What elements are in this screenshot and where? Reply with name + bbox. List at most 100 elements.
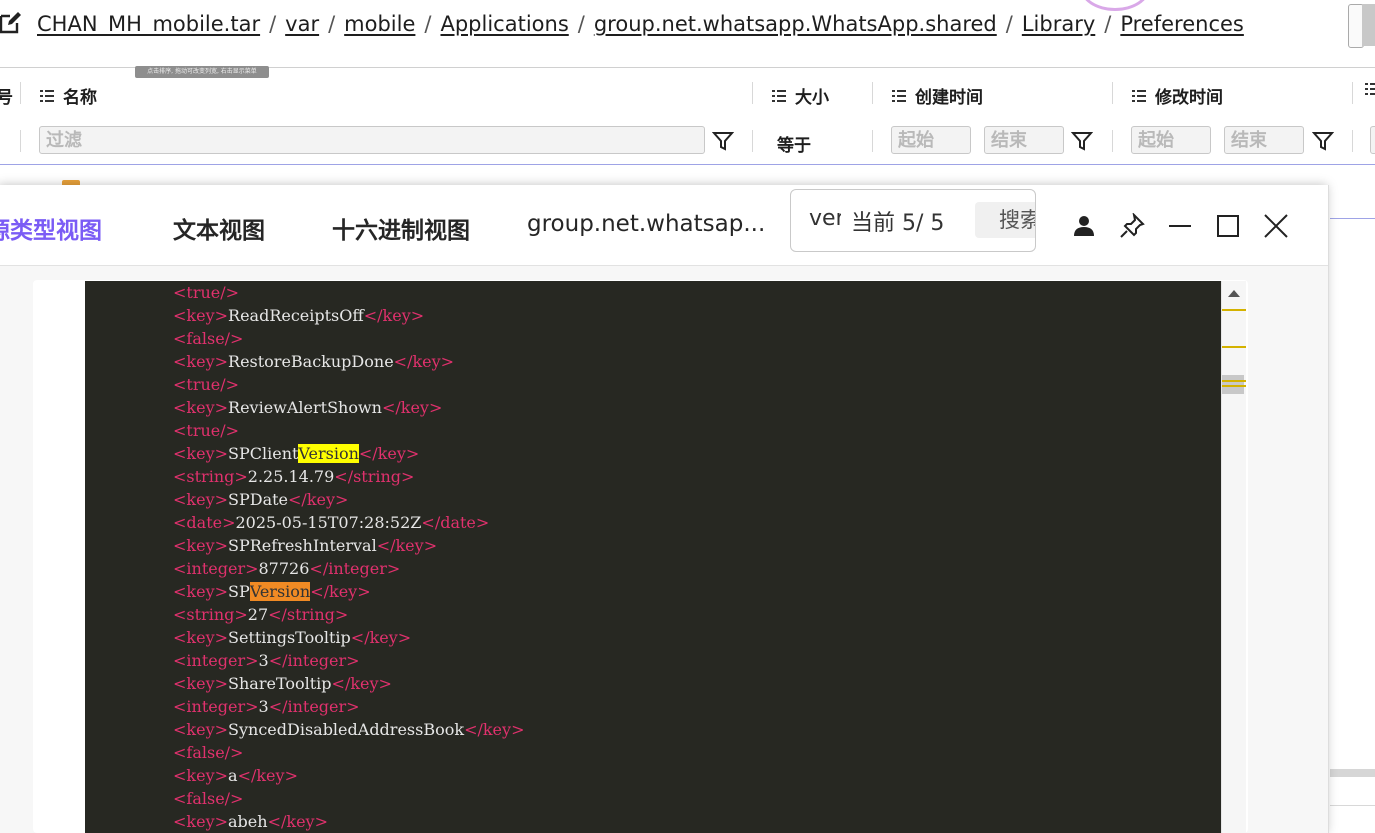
- minimize-icon[interactable]: [1167, 213, 1193, 239]
- row-divider: [1330, 218, 1375, 219]
- avatar[interactable]: [1080, 0, 1150, 11]
- xml-text: 3: [258, 651, 269, 670]
- column-divider[interactable]: [1112, 82, 1113, 104]
- modified-end-input[interactable]: 结束: [1224, 126, 1304, 154]
- xml-tag: </integer>: [309, 559, 401, 578]
- close-icon[interactable]: [1263, 213, 1289, 239]
- xml-tag: <false/>: [173, 329, 244, 348]
- filter-icon[interactable]: [1312, 130, 1334, 152]
- tab-hex-view[interactable]: 十六进制视图: [332, 211, 470, 245]
- xml-tag: </key>: [288, 490, 349, 509]
- xml-tag: <key>: [173, 306, 229, 325]
- xml-tag: <integer>: [173, 559, 259, 578]
- column-divider[interactable]: [1352, 82, 1353, 104]
- search-input[interactable]: ver: [809, 206, 841, 231]
- xml-tag: <key>: [173, 812, 229, 831]
- code-line: <key>SPRefreshInterval</key>: [173, 534, 437, 557]
- col-more-header[interactable]: [1365, 83, 1375, 95]
- xml-text: RestoreBackupDone: [228, 352, 394, 371]
- xml-text: 2.25.14.79: [247, 467, 335, 486]
- code-line: <integer>3</integer>: [173, 649, 360, 672]
- breadcrumb-item[interactable]: CHAN_MH_mobile.tar: [37, 12, 260, 36]
- xml-text: SPRefreshInterval: [228, 536, 377, 555]
- xml-tag: <key>: [173, 628, 229, 647]
- xml-text: ShareTooltip: [228, 674, 332, 693]
- col-created-header[interactable]: 创建时间: [892, 83, 983, 108]
- xml-text: 2025-05-15T07:28:52Z: [235, 513, 422, 532]
- col-index-header[interactable]: 号: [0, 83, 13, 108]
- size-operator-select[interactable]: 等于: [777, 131, 811, 156]
- xml-text: SP: [228, 582, 250, 601]
- col-name-header[interactable]: 名称: [40, 83, 97, 108]
- code-line: <key>SyncedDisabledAddressBook</key>: [173, 718, 524, 741]
- column-divider: [872, 130, 873, 152]
- code-line: <true/>: [173, 281, 239, 304]
- tab-text-view[interactable]: 文本视图: [173, 211, 265, 245]
- breadcrumb-item[interactable]: var: [285, 12, 319, 36]
- search-box[interactable]: ver 当前 5/ 5 搜索: [790, 189, 1036, 252]
- xml-tag: </string>: [334, 467, 415, 486]
- code-line: <key>a</key>: [173, 764, 298, 787]
- filter-icon[interactable]: [712, 130, 734, 152]
- pin-icon[interactable]: [1119, 213, 1145, 239]
- filter-icon[interactable]: [1071, 130, 1093, 152]
- search-match-marker: [1222, 385, 1246, 387]
- tab-file-name[interactable]: group.net.whatsap...: [527, 211, 765, 237]
- edit-icon[interactable]: [0, 11, 22, 35]
- breadcrumb-item[interactable]: Preferences: [1120, 12, 1244, 36]
- code-line: <false/>: [173, 741, 243, 764]
- search-match-count: 当前 5/ 5: [851, 211, 945, 236]
- col-modified-header[interactable]: 修改时间: [1132, 83, 1223, 108]
- xml-text: ReadReceiptsOff: [228, 306, 364, 325]
- breadcrumb-item[interactable]: Library: [1022, 12, 1095, 36]
- column-divider: [20, 130, 21, 152]
- created-end-input[interactable]: 结束: [984, 126, 1064, 154]
- name-filter-input[interactable]: 过滤: [39, 126, 705, 154]
- breadcrumb-bar: CHAN_MH_mobile.tar / var / mobile / Applicatio…: [0, 0, 1375, 52]
- created-start-input[interactable]: 起始: [891, 126, 971, 154]
- maximize-icon[interactable]: [1215, 213, 1241, 239]
- code-line: <string>2.25.14.79</string>: [173, 465, 414, 488]
- side-scrollbar[interactable]: [1362, 4, 1375, 46]
- breadcrumb-separator: /: [424, 12, 432, 36]
- column-divider[interactable]: [752, 82, 753, 104]
- xml-tag: </key>: [363, 306, 425, 325]
- more-filter-input[interactable]: [1370, 126, 1375, 154]
- xml-tag: <string>: [173, 467, 248, 486]
- xml-tag: <key>: [173, 444, 229, 463]
- filter-row: 过滤 等于 起始 结束 起始 结束: [0, 118, 1375, 165]
- breadcrumb-item[interactable]: group.net.whatsapp.WhatsApp.shared: [594, 12, 997, 36]
- code-line: <key>ReadReceiptsOff</key>: [173, 304, 424, 327]
- modified-start-input[interactable]: 起始: [1131, 126, 1211, 154]
- xml-tag: <key>: [173, 720, 229, 739]
- search-match-marker: [1222, 380, 1246, 382]
- search-highlight: Version: [298, 444, 359, 463]
- xml-tag: </key>: [358, 444, 420, 463]
- xml-tag: </key>: [331, 674, 392, 693]
- column-divider[interactable]: [872, 82, 873, 104]
- xml-tag: </key>: [350, 628, 412, 647]
- column-divider[interactable]: [20, 82, 21, 104]
- search-button[interactable]: 搜索: [975, 202, 1035, 238]
- xml-text: ReviewAlertShown: [228, 398, 382, 417]
- xml-tag: <key>: [173, 352, 229, 371]
- xml-tag: <true/>: [173, 283, 240, 302]
- code-line: <key>SPVersion</key>: [173, 580, 371, 603]
- code-line: <integer>87726</integer>: [173, 557, 400, 580]
- horizontal-scrollbar[interactable]: [1330, 769, 1375, 777]
- code-line: <true/>: [173, 373, 239, 396]
- xml-tag: <key>: [173, 766, 229, 785]
- code-line: <string>27</string>: [173, 603, 348, 626]
- user-icon[interactable]: [1071, 213, 1097, 239]
- code-line: <false/>: [173, 327, 243, 350]
- list-icon: [772, 89, 786, 102]
- viewer-header: 源类型视图 文本视图 十六进制视图 group.net.whatsap... v…: [0, 185, 1328, 266]
- code-scrollbar[interactable]: [1221, 281, 1246, 833]
- breadcrumb-item[interactable]: mobile: [344, 12, 415, 36]
- tab-source-type-view[interactable]: 源类型视图: [0, 211, 102, 245]
- source-code-view[interactable]: <true/> <key>ReadReceiptsOff</key> <false/…: [85, 281, 1221, 833]
- breadcrumb-item[interactable]: Applications: [440, 12, 568, 36]
- col-size-header[interactable]: 大小: [772, 83, 829, 108]
- xml-tag: </key>: [393, 352, 455, 371]
- scroll-up-arrow-icon[interactable]: [1228, 290, 1240, 297]
